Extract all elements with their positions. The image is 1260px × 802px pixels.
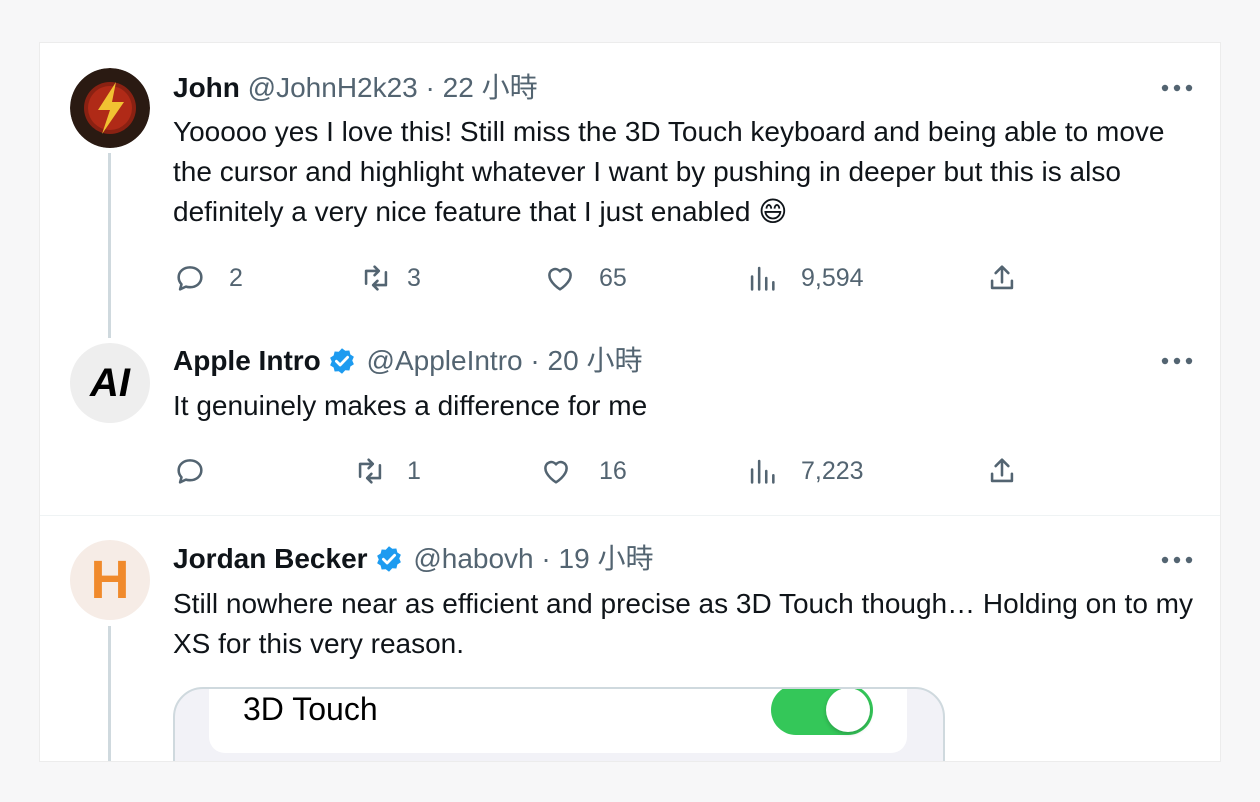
avatar[interactable]: H (70, 540, 150, 620)
tweet-thread-card: John @JohnH2k23 · 22 小時 Yooooo yes I lov… (40, 43, 1220, 761)
tweet-text: Yooooo yes I love this! Still miss the 3… (173, 116, 1165, 227)
more-options-button[interactable] (1160, 351, 1194, 371)
views-icon (750, 266, 775, 291)
share-button[interactable] (985, 258, 1019, 298)
retweet-count: 1 (407, 456, 421, 485)
verified-icon (376, 546, 401, 572)
settings-row: 3D Touch (209, 689, 907, 753)
tweet-text: Still nowhere near as efficient and prec… (173, 588, 1194, 659)
avatar-text: H (90, 550, 130, 610)
tweet-media-image[interactable]: 3D Touch (173, 687, 945, 761)
share-button[interactable] (985, 451, 1019, 491)
more-icon (1161, 84, 1193, 92)
views-icon (750, 459, 775, 484)
tweet-header: Jordan Becker @habovh · 19 小時 (173, 542, 653, 576)
tweet-actions: 2 3 65 9,594 (173, 258, 1073, 298)
tweet-john[interactable]: John @JohnH2k23 · 22 小時 Yooooo yes I lov… (40, 43, 1220, 338)
views-count: 7,223 (801, 456, 864, 485)
like-icon (548, 267, 572, 291)
toggle-switch (771, 689, 873, 735)
views-count: 9,594 (801, 263, 864, 292)
share-icon (990, 458, 1014, 483)
timestamp[interactable]: 20 小時 (548, 345, 643, 376)
author-handle[interactable]: @AppleIntro (367, 345, 523, 376)
separator-dot: · (530, 345, 540, 376)
tweet-header: Apple Intro @AppleIntro · 20 小時 (173, 344, 642, 378)
tweet-apple-intro[interactable]: AI Apple Intro @AppleIntro · 20 小時 It ge… (40, 338, 1220, 515)
thread-line (108, 626, 111, 761)
share-icon (990, 265, 1014, 290)
tweet-header: John @JohnH2k23 · 22 小時 (173, 71, 538, 105)
like-button[interactable]: 65 (543, 258, 627, 298)
flash-logo-avatar-image (70, 68, 150, 148)
author-name[interactable]: John (173, 72, 240, 103)
verified-icon (329, 348, 354, 374)
author-name[interactable]: Apple Intro (173, 345, 321, 376)
author-handle[interactable]: @JohnH2k23 (248, 72, 418, 103)
timestamp[interactable]: 19 小時 (559, 543, 654, 574)
timestamp[interactable]: 22 小時 (443, 72, 538, 103)
reply-icon (177, 459, 203, 484)
setting-label: 3D Touch (243, 691, 378, 727)
like-count: 16 (599, 456, 627, 485)
reply-button[interactable] (173, 451, 207, 491)
toggle-knob (826, 689, 870, 732)
separator-dot: · (541, 543, 551, 574)
author-name[interactable]: Jordan Becker (173, 543, 368, 574)
like-button[interactable]: 16 (539, 451, 627, 491)
like-count: 65 (599, 263, 627, 292)
more-options-button[interactable] (1160, 550, 1194, 570)
avatar[interactable]: AI (70, 343, 150, 423)
retweet-icon (364, 265, 388, 291)
views-button[interactable]: 9,594 (745, 258, 864, 298)
views-button[interactable]: 7,223 (745, 451, 864, 491)
more-icon (1161, 556, 1193, 564)
reply-count: 2 (229, 263, 243, 292)
avatar[interactable] (70, 68, 150, 148)
like-icon (544, 460, 568, 484)
retweet-icon (358, 458, 382, 484)
retweet-button[interactable]: 1 (353, 451, 421, 491)
more-icon (1161, 357, 1193, 365)
reply-button[interactable]: 2 (173, 258, 243, 298)
avatar-text: AI (90, 360, 130, 405)
thread-line (108, 153, 111, 338)
retweet-count: 3 (407, 263, 421, 292)
retweet-button[interactable]: 3 (359, 258, 421, 298)
author-handle[interactable]: @habovh (413, 543, 533, 574)
reply-icon (177, 266, 203, 291)
more-options-button[interactable] (1160, 78, 1194, 98)
tweet-text: It genuinely makes a difference for me (173, 390, 648, 421)
separator-dot: · (425, 72, 435, 103)
tweet-actions: 1 16 7,223 (173, 451, 1073, 491)
